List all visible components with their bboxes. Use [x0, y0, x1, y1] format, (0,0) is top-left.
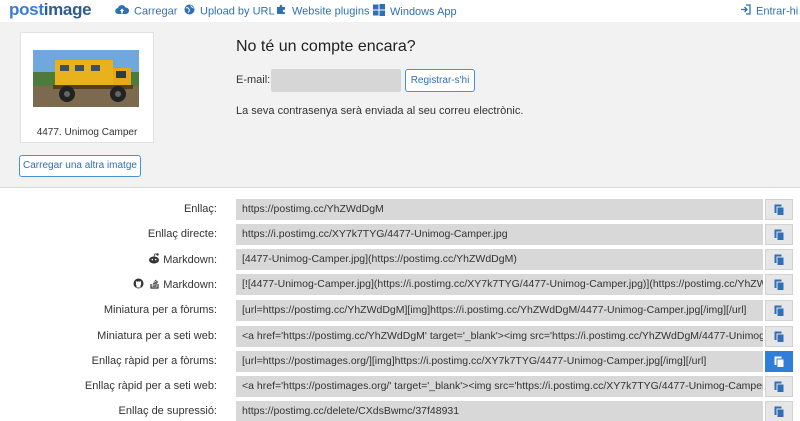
link-label: Markdown:: [133, 278, 217, 292]
copy-button[interactable]: [765, 326, 793, 347]
copy-icon: [774, 254, 785, 266]
register-button[interactable]: Registrar-s'hi: [405, 69, 475, 92]
copy-icon: [774, 229, 785, 241]
link-field[interactable]: [4477-Unimog-Camper.jpg](https://postimg…: [236, 249, 763, 270]
link-label: Enllaç ràpid per a seti web:: [84, 380, 217, 393]
signup-title: No té un compte encara?: [236, 38, 416, 55]
copy-button[interactable]: [765, 199, 793, 220]
link-row: Miniatura per a seti web: <a href='https…: [0, 326, 800, 348]
cloud-upload-icon: [115, 4, 130, 19]
link-row: Markdown: [4477-Unimog-Camper.jpg](https…: [0, 249, 800, 271]
nav-upload-by-url[interactable]: Upload by URL: [184, 4, 275, 18]
link-field[interactable]: <a href='https://postimg.cc/YhZWdDgM' ta…: [236, 326, 763, 347]
nav-windows-app[interactable]: Windows App: [373, 4, 457, 18]
link-row: Enllaç: https://postimg.cc/YhZWdDgM: [0, 199, 800, 221]
postimage-logo[interactable]: postimage: [9, 0, 92, 20]
copy-button[interactable]: [765, 351, 793, 372]
image-summary-section: 4477. Unimog Camper Carregar una altra i…: [0, 22, 800, 188]
link-row: Enllaç directe: https://i.postimg.cc/XY7…: [0, 224, 800, 246]
copy-button[interactable]: [765, 300, 793, 321]
windows-icon: [373, 4, 385, 20]
email-field[interactable]: [271, 69, 401, 92]
image-caption: 4477. Unimog Camper: [36, 127, 138, 138]
copy-button[interactable]: [765, 376, 793, 397]
upload-another-button[interactable]: Carregar una altra imatge: [19, 155, 141, 177]
globe-icon: [184, 4, 195, 19]
reddit-icon: [148, 253, 160, 267]
link-row: Enllaç de supressió: https://postimg.cc/…: [0, 401, 800, 421]
puzzle-icon: [276, 4, 287, 19]
copy-button[interactable]: [765, 224, 793, 245]
password-note: La seva contrasenya serà enviada al seu …: [236, 105, 524, 117]
link-field[interactable]: https://postimg.cc/YhZWdDgM: [236, 199, 763, 220]
link-field[interactable]: https://i.postimg.cc/XY7k7TYG/4477-Unimo…: [236, 224, 763, 245]
sign-in-icon: [740, 4, 751, 19]
link-field[interactable]: https://postimg.cc/delete/CXdsBwmc/37f48…: [236, 401, 763, 421]
nav-website-plugins[interactable]: Website plugins: [276, 4, 369, 18]
top-navbar: postimage Carregar Upload by URL Website…: [0, 0, 800, 22]
github-icon: [133, 278, 144, 292]
link-field[interactable]: [![4477-Unimog-Camper.jpg](https://i.pos…: [236, 274, 763, 295]
copy-icon: [774, 204, 785, 216]
copy-icon: [774, 356, 785, 368]
copy-icon: [774, 305, 785, 317]
camper-thumbnail-image[interactable]: [33, 50, 139, 107]
link-field[interactable]: [url=https://postimg.cc/YhZWdDgM][img]ht…: [236, 300, 763, 321]
link-label: Miniatura per a fòrums:: [103, 304, 217, 317]
copy-button[interactable]: [765, 401, 793, 421]
link-label: Enllaç ràpid per a fòrums:: [91, 355, 217, 368]
link-label: Enllaç:: [183, 203, 217, 216]
link-label: Markdown:: [148, 253, 217, 267]
link-row: Enllaç ràpid per a seti web: <a href='ht…: [0, 376, 800, 398]
copy-icon: [774, 331, 785, 343]
nav-upload[interactable]: Carregar: [115, 4, 177, 18]
copy-icon: [774, 381, 785, 393]
link-label: Enllaç directe:: [147, 228, 217, 241]
nav-login[interactable]: Entrar-hi: [740, 4, 798, 18]
link-field[interactable]: <a href='https://postimages.org/' target…: [236, 376, 763, 397]
link-row: Miniatura per a fòrums: [url=https://pos…: [0, 300, 800, 322]
copy-button[interactable]: [765, 249, 793, 270]
link-field[interactable]: [url=https://postimages.org/][img]https:…: [236, 351, 763, 372]
email-label: E-mail:: [236, 74, 271, 86]
link-row: Markdown: [![4477-Unimog-Camper.jpg](htt…: [0, 274, 800, 296]
image-thumbnail-card: 4477. Unimog Camper: [20, 32, 154, 143]
link-label: Miniatura per a seti web:: [97, 330, 217, 343]
link-label: Enllaç de supressió:: [118, 405, 217, 418]
stackoverflow-icon: [150, 278, 160, 292]
copy-icon: [774, 406, 785, 418]
copy-button[interactable]: [765, 274, 793, 295]
copy-icon: [774, 279, 785, 291]
link-row: Enllaç ràpid per a fòrums: [url=https://…: [0, 351, 800, 373]
